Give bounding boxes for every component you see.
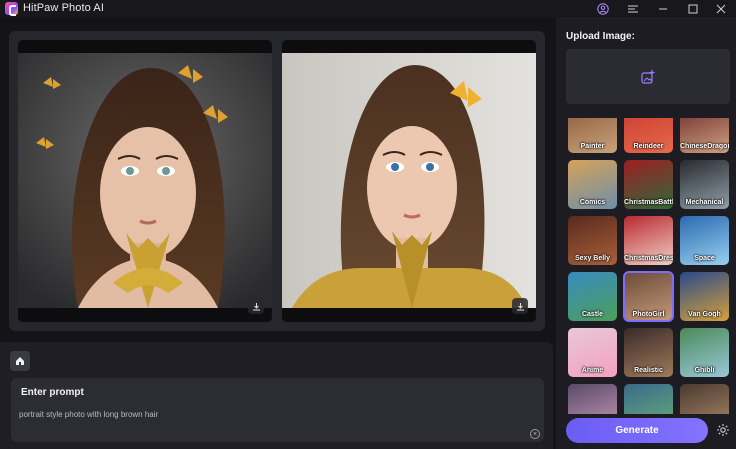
style-tile-label: PhotoGirl	[632, 311, 665, 318]
generated-image	[282, 53, 536, 308]
style-tile[interactable]: Realistic	[624, 328, 673, 377]
style-tile-label: Realistic	[634, 367, 663, 374]
style-tile[interactable]: Mechanical	[680, 160, 729, 209]
prompt-title: Enter prompt	[21, 387, 84, 398]
app-window: HitPaw Photo AI Enter prompt portrait st…	[0, 0, 736, 449]
add-image-icon	[641, 69, 655, 84]
style-grid: Painter Reindeer ChineseDragon Comics Christ…	[566, 118, 731, 414]
style-tile-label: Space	[694, 255, 715, 262]
style-tile[interactable]: ChristmasBattle	[624, 160, 673, 209]
style-tile[interactable]	[624, 384, 673, 414]
app-title: HitPaw Photo AI	[23, 2, 104, 14]
download-icon[interactable]	[512, 298, 528, 314]
style-tile[interactable]: Painter	[568, 118, 617, 153]
upload-title: Upload Image:	[566, 31, 635, 42]
generate-button[interactable]: Generate	[566, 418, 708, 443]
home-icon[interactable]	[10, 351, 30, 371]
maximize-icon[interactable]	[678, 0, 708, 17]
menu-icon[interactable]	[618, 0, 648, 17]
settings-icon[interactable]	[715, 422, 731, 438]
style-tile-label: Reindeer	[633, 143, 664, 150]
style-tile-label: Castle	[581, 311, 603, 318]
minimize-icon[interactable]	[648, 0, 678, 17]
style-tile[interactable]	[568, 384, 617, 414]
style-tile[interactable]: ChineseDragon	[680, 118, 729, 153]
style-tile-label: ChristmasBattle	[624, 199, 673, 206]
download-icon[interactable]	[248, 298, 264, 314]
style-tile[interactable]	[680, 384, 729, 414]
prompt-box: Enter prompt ×	[11, 378, 544, 442]
style-tile[interactable]: Anime	[568, 328, 617, 377]
account-icon[interactable]	[588, 0, 618, 17]
style-tile[interactable]: ChristmasDress	[624, 216, 673, 265]
prompt-input[interactable]	[19, 407, 519, 421]
original-image	[18, 53, 272, 308]
style-tile[interactable]: Reindeer	[624, 118, 673, 153]
style-tile-label: Mechanical	[685, 199, 724, 206]
style-tile[interactable]: Castle	[568, 272, 617, 321]
generated-image-card	[282, 40, 536, 322]
style-tile-label: Comics	[579, 199, 606, 206]
style-tile-label: ChineseDragon	[680, 143, 729, 150]
upload-image-dropzone[interactable]	[566, 49, 730, 104]
style-tile-label: Ghibli	[694, 367, 715, 374]
clear-icon[interactable]: ×	[530, 429, 540, 439]
image-footer	[18, 308, 272, 322]
style-sidebar: Upload Image: Painter Reindeer ChineseDrag…	[556, 17, 736, 449]
image-footer	[282, 308, 536, 322]
style-tile[interactable]: Comics	[568, 160, 617, 209]
style-tile-label: Anime	[581, 367, 604, 374]
style-tile-label: Painter	[580, 143, 605, 150]
app-logo	[5, 2, 18, 16]
style-tile[interactable]: PhotoGirl	[623, 271, 674, 322]
style-tile-label: ChristmasDress	[624, 255, 673, 262]
style-tile[interactable]: Ghibli	[680, 328, 729, 377]
style-tile[interactable]: Sexy Belly	[568, 216, 617, 265]
close-icon[interactable]	[706, 0, 736, 17]
image-preview-panel	[9, 31, 545, 331]
style-tile[interactable]: Van Gogh	[680, 272, 729, 321]
style-tile-label: Van Gogh	[688, 311, 721, 318]
style-tile-label: Sexy Belly	[574, 255, 611, 262]
style-tile[interactable]: Space	[680, 216, 729, 265]
original-image-card	[18, 40, 272, 322]
title-bar: HitPaw Photo AI	[0, 0, 736, 17]
